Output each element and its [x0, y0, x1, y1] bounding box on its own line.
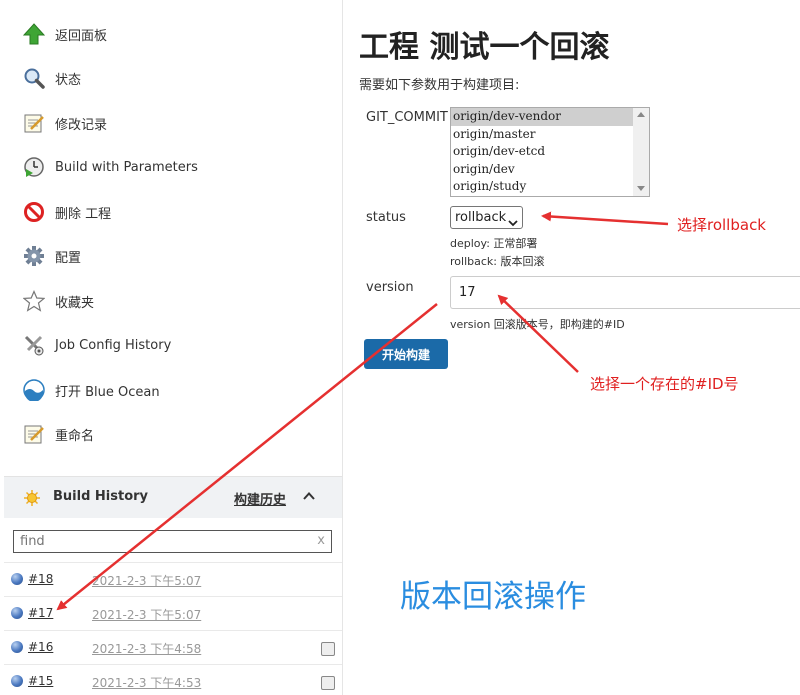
build-search-box: x	[13, 530, 332, 553]
version-help: version 回滚版本号，即构建的#ID	[450, 318, 625, 331]
build-row: #17 2021-2-3 下午5:07	[4, 596, 342, 630]
no-entry-icon	[22, 200, 46, 224]
build-date-link[interactable]: 2021-2-3 下午5:07	[92, 572, 201, 589]
sidebar-item-build-with-parameters[interactable]: Build with Parameters	[22, 154, 198, 180]
scroll-up-arrow-icon[interactable]	[637, 112, 645, 117]
git-commit-option[interactable]: origin/study	[451, 178, 633, 196]
sidebar-item-back-to-dashboard[interactable]: 返回面板	[22, 21, 107, 47]
arrow-to-status	[541, 211, 669, 226]
chevron-up-icon[interactable]	[302, 489, 316, 507]
scroll-down-arrow-icon[interactable]	[637, 186, 645, 191]
build-date-link[interactable]: 2021-2-3 下午4:53	[92, 674, 201, 691]
git-commit-option[interactable]: origin/dev-etcd	[451, 143, 633, 161]
clock-build-icon	[22, 155, 46, 179]
build-number-link[interactable]: #15	[28, 674, 53, 688]
sidebar-item-status[interactable]: 状态	[22, 65, 81, 91]
sun-icon	[24, 490, 40, 510]
build-row: #18 2021-2-3 下午5:07	[4, 562, 342, 596]
sidebar-item-label: 返回面板	[55, 28, 108, 44]
up-arrow-icon	[22, 22, 46, 46]
sidebar-item-configure[interactable]: 配置	[22, 243, 81, 269]
git-commit-label: GIT_COMMIT	[366, 110, 448, 125]
sidebar-item-label: 收藏夹	[55, 295, 95, 311]
build-search-input[interactable]	[14, 531, 304, 552]
build-row: #16 2021-2-3 下午4:58	[4, 630, 342, 664]
version-input[interactable]	[451, 277, 791, 308]
sidebar-item-label: 修改记录	[55, 117, 108, 133]
build-date-link[interactable]: 2021-2-3 下午4:58	[92, 640, 201, 657]
console-output-icon[interactable]	[321, 676, 335, 690]
build-history-title: Build History	[53, 489, 149, 504]
version-field	[450, 276, 800, 309]
build-date-link[interactable]: 2021-2-3 下午5:07	[92, 606, 201, 623]
notepad-icon	[22, 422, 46, 446]
chevron-down-icon	[508, 213, 518, 234]
gear-icon	[22, 244, 46, 268]
build-number-link[interactable]: #16	[28, 640, 53, 654]
sidebar-item-changes[interactable]: 修改记录	[22, 110, 107, 136]
clear-search-icon[interactable]: x	[317, 533, 325, 548]
build-status-ball-icon	[11, 675, 23, 687]
sidebar-item-label: 重命名	[55, 428, 95, 444]
annotation-rollback-operation: 版本回滚操作	[400, 579, 586, 615]
annotation-choose-rollback: 选择rollback	[677, 216, 766, 234]
build-status-ball-icon	[11, 607, 23, 619]
sidebar-item-rename[interactable]: 重命名	[22, 421, 94, 447]
sidebar-item-label: Job Config History	[55, 337, 172, 353]
notepad-icon	[22, 111, 46, 135]
console-output-icon[interactable]	[321, 642, 335, 656]
page-description: 需要如下参数用于构建项目:	[359, 78, 520, 93]
status-label: status	[366, 210, 406, 225]
build-trend-link[interactable]: 构建历史	[234, 489, 286, 508]
star-icon	[22, 289, 46, 313]
sidebar-item-delete-project[interactable]: 删除 工程	[22, 199, 111, 225]
git-commit-listbox[interactable]: origin/dev-vendor origin/master origin/d…	[450, 107, 650, 197]
sidebar-item-label: 配置	[55, 250, 82, 266]
status-help-rollback: rollback: 版本回滚	[450, 255, 545, 268]
listbox-scrollbar[interactable]	[633, 108, 649, 196]
status-select[interactable]: rollback	[450, 206, 523, 229]
git-commit-option[interactable]: origin/dev-vendor	[451, 108, 633, 126]
build-number-link[interactable]: #17	[28, 606, 53, 620]
version-label: version	[366, 280, 414, 295]
git-commit-option[interactable]: origin/dev	[451, 161, 633, 179]
build-row: #15 2021-2-3 下午4:53	[4, 664, 342, 695]
build-status-ball-icon	[11, 641, 23, 653]
sidebar-item-label: 打开 Blue Ocean	[55, 384, 160, 400]
magnifier-icon	[22, 66, 46, 90]
blue-ocean-icon	[22, 378, 46, 402]
sidebar-item-open-blue-ocean[interactable]: 打开 Blue Ocean	[22, 377, 160, 403]
build-status-ball-icon	[11, 573, 23, 585]
page-title: 工程 测试一个回滚	[359, 30, 610, 65]
status-select-value: rollback	[455, 210, 507, 225]
build-history-header: Build History 构建历史	[4, 476, 342, 518]
start-build-button[interactable]: 开始构建	[364, 339, 448, 369]
sidebar-item-job-config-history[interactable]: Job Config History	[22, 332, 171, 358]
status-help-deploy: deploy: 正常部署	[450, 237, 538, 250]
sidebar-item-favorite[interactable]: 收藏夹	[22, 288, 94, 314]
sidebar-item-label: 删除 工程	[55, 206, 112, 222]
tools-icon	[22, 333, 46, 357]
annotation-choose-id: 选择一个存在的#ID号	[590, 375, 739, 393]
sidebar-item-label: 状态	[55, 72, 82, 88]
sidebar-item-label: Build with Parameters	[55, 159, 198, 175]
build-number-link[interactable]: #18	[28, 572, 53, 586]
sidebar: 返回面板 状态 修改记录 Build with Parameters 删除 工程…	[0, 0, 343, 695]
git-commit-option[interactable]: origin/master	[451, 126, 633, 144]
